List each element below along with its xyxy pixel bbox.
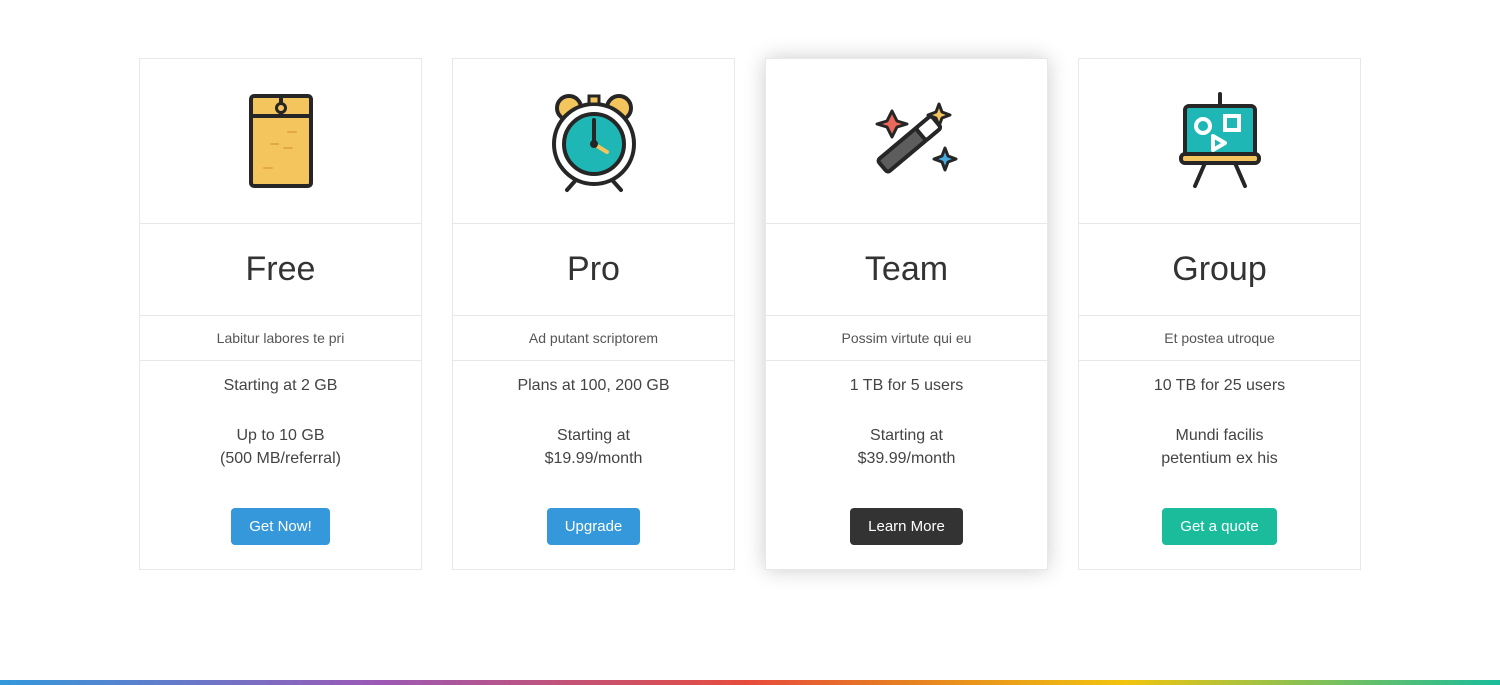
- plan-spec-line: 10 TB for 25 users: [1089, 375, 1350, 397]
- plan-spec-line: petentium ex his: [1089, 448, 1350, 470]
- plan-title-section: Pro: [453, 224, 734, 316]
- plan-spec-line: Starting at: [463, 425, 724, 447]
- plan-title: Team: [776, 250, 1037, 289]
- presentation-easel-icon: [1165, 86, 1275, 196]
- learn-more-button[interactable]: Learn More: [850, 508, 963, 545]
- envelope-icon: [236, 86, 326, 196]
- plan-title: Group: [1089, 250, 1350, 289]
- plan-card-group: Group Et postea utroque 10 TB for 25 use…: [1078, 58, 1361, 570]
- plan-specs: 10 TB for 25 users Mundi facilis petenti…: [1079, 361, 1360, 484]
- plan-card-team: Team Possim virtute qui eu 1 TB for 5 us…: [765, 58, 1048, 570]
- plan-specs: Plans at 100, 200 GB Starting at $19.99/…: [453, 361, 734, 484]
- pricing-cards-container: Free Labitur labores te pri Starting at …: [0, 0, 1500, 570]
- plan-spec-line: Plans at 100, 200 GB: [463, 375, 724, 397]
- plan-title-section: Group: [1079, 224, 1360, 316]
- plan-icon-section: [453, 59, 734, 224]
- plan-specs: 1 TB for 5 users Starting at $39.99/mont…: [766, 361, 1047, 484]
- plan-spec-line: $19.99/month: [463, 448, 724, 470]
- plan-tagline: Labitur labores te pri: [140, 316, 421, 361]
- plan-title: Free: [150, 250, 411, 289]
- magic-wand-icon: [847, 86, 967, 196]
- get-quote-button[interactable]: Get a quote: [1162, 508, 1276, 545]
- plan-cta-section: Get Now!: [140, 484, 421, 569]
- plan-spec-line: $39.99/month: [776, 448, 1037, 470]
- plan-icon-section: [140, 59, 421, 224]
- upgrade-button[interactable]: Upgrade: [547, 508, 641, 545]
- plan-spec-line: Up to 10 GB: [150, 425, 411, 447]
- plan-specs: Starting at 2 GB Up to 10 GB (500 MB/ref…: [140, 361, 421, 484]
- footer-gradient-bar: [0, 680, 1500, 685]
- plan-title-section: Team: [766, 224, 1047, 316]
- plan-card-pro: Pro Ad putant scriptorem Plans at 100, 2…: [452, 58, 735, 570]
- plan-cta-section: Upgrade: [453, 484, 734, 569]
- plan-tagline: Et postea utroque: [1079, 316, 1360, 361]
- plan-cta-section: Learn More: [766, 484, 1047, 569]
- plan-title-section: Free: [140, 224, 421, 316]
- plan-spec-line: 1 TB for 5 users: [776, 375, 1037, 397]
- plan-title: Pro: [463, 250, 724, 289]
- plan-cta-section: Get a quote: [1079, 484, 1360, 569]
- plan-icon-section: [1079, 59, 1360, 224]
- plan-spec-line: (500 MB/referral): [150, 448, 411, 470]
- plan-tagline: Possim virtute qui eu: [766, 316, 1047, 361]
- plan-card-free: Free Labitur labores te pri Starting at …: [139, 58, 422, 570]
- plan-spec-line: Mundi facilis: [1089, 425, 1350, 447]
- plan-spec-line: Starting at 2 GB: [150, 375, 411, 397]
- plan-icon-section: [766, 59, 1047, 224]
- alarm-clock-icon: [539, 86, 649, 196]
- get-now-button[interactable]: Get Now!: [231, 508, 330, 545]
- plan-spec-line: Starting at: [776, 425, 1037, 447]
- plan-tagline: Ad putant scriptorem: [453, 316, 734, 361]
